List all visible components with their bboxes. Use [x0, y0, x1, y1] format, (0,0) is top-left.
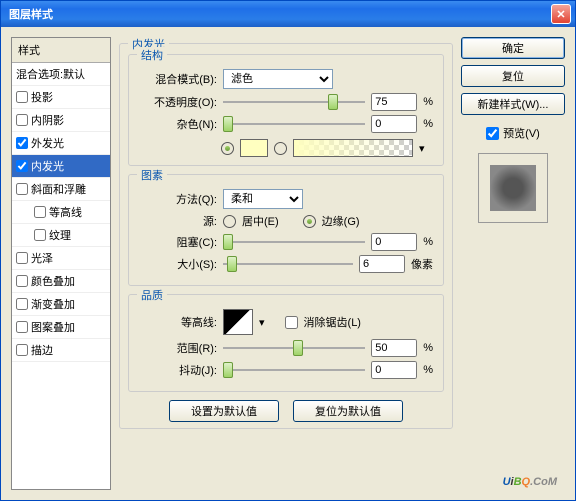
chk-satin[interactable] — [16, 252, 28, 264]
chevron-down-icon[interactable]: ▾ — [419, 142, 425, 155]
technique-label: 方法(Q): — [139, 191, 217, 207]
color-swatch[interactable] — [240, 139, 268, 157]
chk-bevel[interactable] — [16, 183, 28, 195]
style-inner-shadow[interactable]: 内阴影 — [12, 109, 110, 132]
blend-mode-select[interactable]: 滤色 — [223, 69, 333, 89]
source-center-radio[interactable] — [223, 215, 236, 228]
range-slider[interactable] — [223, 339, 365, 357]
title-bar: 图层样式 ✕ — [1, 1, 575, 27]
source-edge-radio[interactable] — [303, 215, 316, 228]
chk-color-overlay[interactable] — [16, 275, 28, 287]
preview-box — [478, 153, 548, 223]
choke-label: 阻塞(C): — [139, 234, 217, 250]
preview-label: 预览(V) — [503, 125, 540, 141]
style-texture[interactable]: 纹理 — [12, 224, 110, 247]
style-drop-shadow[interactable]: 投影 — [12, 86, 110, 109]
chk-inner-shadow[interactable] — [16, 114, 28, 126]
quality-group: 品质 等高线: ▾ 消除锯齿(L) 范围(R): % — [128, 294, 444, 392]
chk-stroke[interactable] — [16, 344, 28, 356]
chk-contour[interactable] — [34, 206, 46, 218]
noise-label: 杂色(N): — [139, 116, 217, 132]
elements-group: 图素 方法(Q): 柔和 源: 居中(E) 边缘(G) 阻塞(C): — [128, 174, 444, 286]
styles-list: 样式 混合选项:默认 投影 内阴影 外发光 内发光 斜面和浮雕 等高线 纹理 光… — [11, 37, 111, 490]
source-center-label: 居中(E) — [242, 213, 279, 229]
chk-texture[interactable] — [34, 229, 46, 241]
noise-slider[interactable] — [223, 115, 365, 133]
style-gradient-overlay[interactable]: 渐变叠加 — [12, 293, 110, 316]
style-inner-glow[interactable]: 内发光 — [12, 155, 110, 178]
size-label: 大小(S): — [139, 256, 217, 272]
blend-mode-label: 混合模式(B): — [139, 71, 217, 87]
structure-group: 结构 混合模式(B): 滤色 不透明度(O): % 杂色(N): — [128, 54, 444, 166]
right-buttons: 确定 复位 新建样式(W)... 预览(V) — [461, 37, 565, 490]
cancel-button[interactable]: 复位 — [461, 65, 565, 87]
contour-picker[interactable] — [223, 309, 253, 335]
gradient-swatch[interactable] — [293, 139, 413, 157]
close-button[interactable]: ✕ — [551, 4, 571, 24]
source-label: 源: — [139, 213, 217, 229]
antialias-checkbox[interactable] — [285, 316, 298, 329]
opacity-input[interactable] — [371, 93, 417, 111]
window-title: 图层样式 — [5, 6, 551, 22]
size-input[interactable] — [359, 255, 405, 273]
noise-input[interactable] — [371, 115, 417, 133]
chk-outer-glow[interactable] — [16, 137, 28, 149]
style-blend-defaults[interactable]: 混合选项:默认 — [12, 63, 110, 86]
style-satin[interactable]: 光泽 — [12, 247, 110, 270]
range-input[interactable] — [371, 339, 417, 357]
preview-thumbnail — [490, 165, 536, 211]
chk-pattern-overlay[interactable] — [16, 321, 28, 333]
styles-header[interactable]: 样式 — [12, 38, 110, 63]
color-solid-radio[interactable] — [221, 142, 234, 155]
range-label: 范围(R): — [139, 340, 217, 356]
make-default-button[interactable]: 设置为默认值 — [169, 400, 279, 422]
style-bevel-emboss[interactable]: 斜面和浮雕 — [12, 178, 110, 201]
opacity-slider[interactable] — [223, 93, 365, 111]
color-gradient-radio[interactable] — [274, 142, 287, 155]
px-label: 像素 — [411, 256, 433, 272]
antialias-label: 消除锯齿(L) — [304, 314, 361, 330]
jitter-input[interactable] — [371, 361, 417, 379]
source-edge-label: 边缘(G) — [322, 213, 360, 229]
opacity-label: 不透明度(O): — [139, 94, 217, 110]
elements-legend: 图素 — [137, 167, 167, 183]
ok-button[interactable]: 确定 — [461, 37, 565, 59]
choke-slider[interactable] — [223, 233, 365, 251]
preview-checkbox[interactable] — [486, 127, 499, 140]
style-pattern-overlay[interactable]: 图案叠加 — [12, 316, 110, 339]
reset-default-button[interactable]: 复位为默认值 — [293, 400, 403, 422]
size-slider[interactable] — [223, 255, 353, 273]
contour-label: 等高线: — [139, 314, 217, 330]
chk-drop-shadow[interactable] — [16, 91, 28, 103]
style-outer-glow[interactable]: 外发光 — [12, 132, 110, 155]
new-style-button[interactable]: 新建样式(W)... — [461, 93, 565, 115]
quality-legend: 品质 — [137, 287, 167, 303]
chk-inner-glow[interactable] — [16, 160, 28, 172]
watermark: UiBQ.CoM — [503, 470, 557, 490]
style-stroke[interactable]: 描边 — [12, 339, 110, 362]
pct-label: % — [423, 96, 433, 108]
inner-glow-group: 内发光 结构 混合模式(B): 滤色 不透明度(O): % 杂色(N): — [119, 43, 453, 429]
chk-gradient-overlay[interactable] — [16, 298, 28, 310]
chevron-down-icon[interactable]: ▾ — [259, 316, 265, 329]
style-contour[interactable]: 等高线 — [12, 201, 110, 224]
jitter-slider[interactable] — [223, 361, 365, 379]
style-color-overlay[interactable]: 颜色叠加 — [12, 270, 110, 293]
choke-input[interactable] — [371, 233, 417, 251]
structure-legend: 结构 — [137, 47, 167, 63]
center-panel: 内发光 结构 混合模式(B): 滤色 不透明度(O): % 杂色(N): — [119, 37, 453, 490]
technique-select[interactable]: 柔和 — [223, 189, 303, 209]
jitter-label: 抖动(J): — [139, 362, 217, 378]
